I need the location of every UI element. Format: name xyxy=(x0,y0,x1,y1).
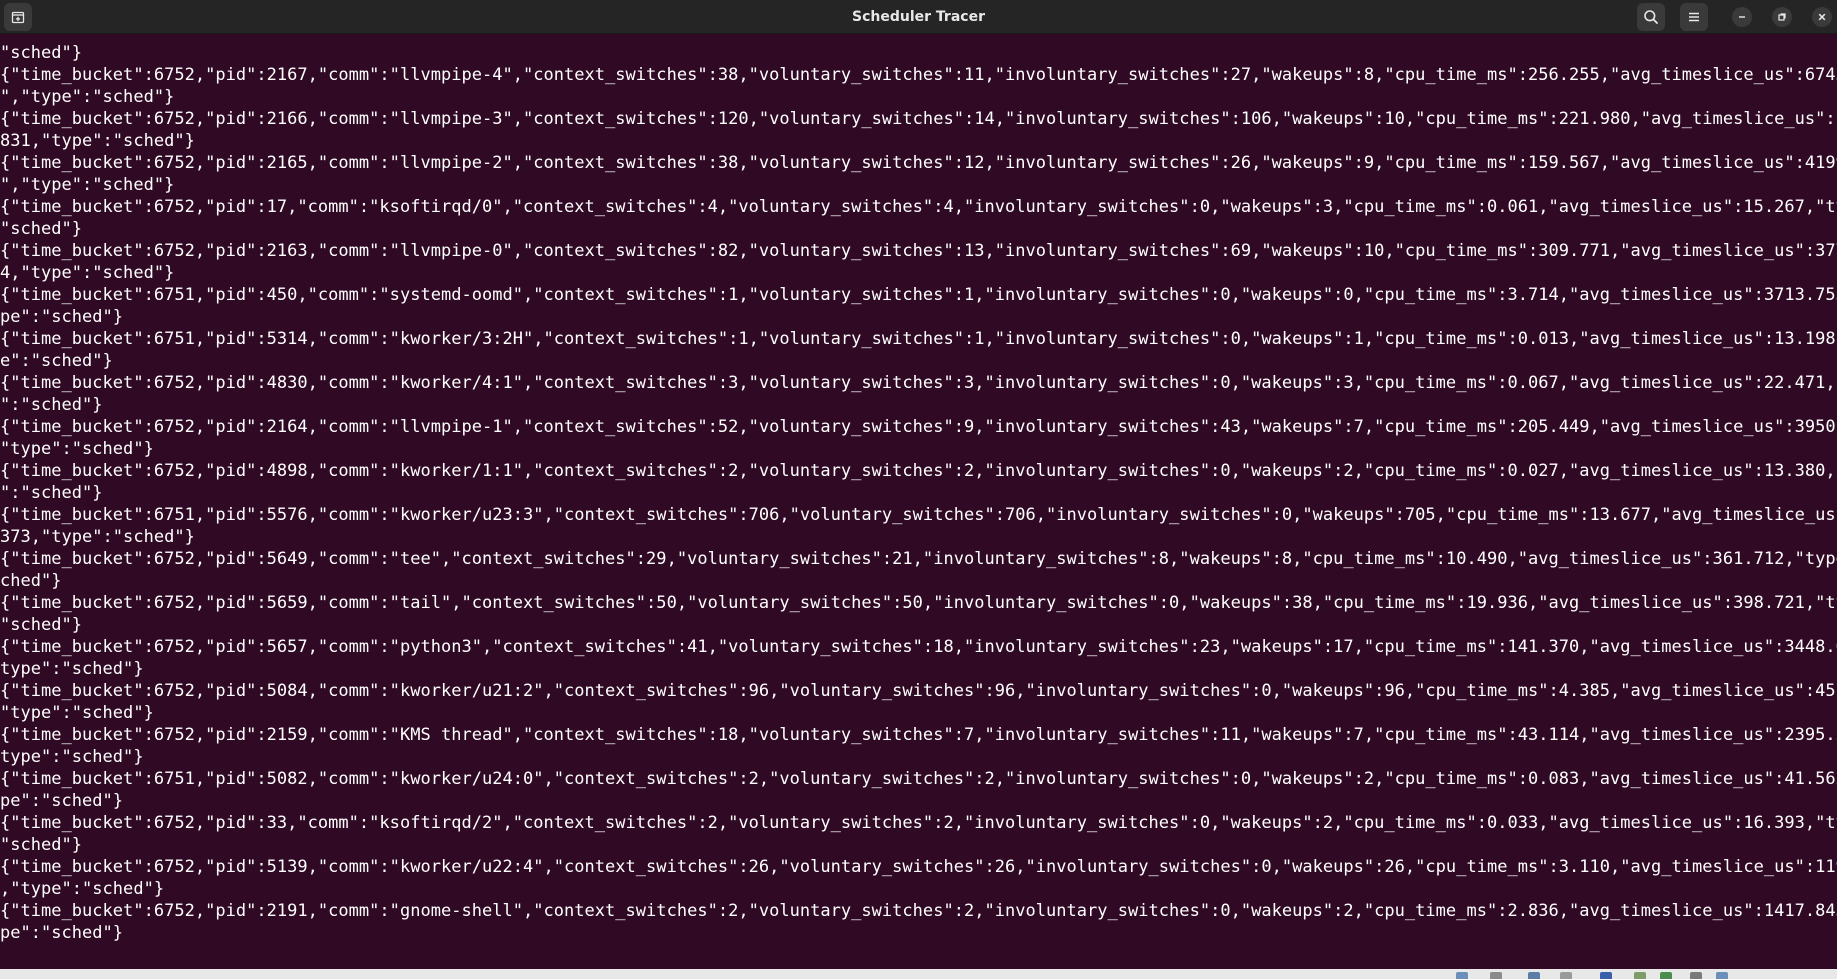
terminal-line: "sched"} xyxy=(0,43,83,63)
terminal-line: {"time_bucket":6751,"pid":5082,"comm":"k… xyxy=(0,769,1837,789)
minimize-icon xyxy=(1737,12,1747,22)
search-icon xyxy=(1643,9,1659,25)
terminal-line: {"time_bucket":6751,"pid":5314,"comm":"k… xyxy=(0,329,1837,349)
terminal-line: "sched"} xyxy=(0,615,83,635)
taskbar-icon[interactable] xyxy=(1716,972,1728,979)
terminal-line: {"time_bucket":6752,"pid":33,"comm":"kso… xyxy=(0,813,1837,833)
terminal-line: {"time_bucket":6752,"pid":5657,"comm":"p… xyxy=(0,637,1837,657)
terminal-line: {"time_bucket":6751,"pid":5576,"comm":"k… xyxy=(0,505,1837,525)
maximize-button[interactable] xyxy=(1772,7,1792,27)
terminal-line: pe":"sched"} xyxy=(0,923,124,943)
terminal-line: "sched"} xyxy=(0,219,83,239)
terminal-line: ":"sched"} xyxy=(0,395,103,415)
terminal-line: {"time_bucket":6752,"pid":4898,"comm":"k… xyxy=(0,461,1837,481)
minimize-button[interactable] xyxy=(1732,7,1752,27)
terminal-line: {"time_bucket":6751,"pid":450,"comm":"sy… xyxy=(0,285,1837,305)
terminal-line: ched"} xyxy=(0,571,62,591)
terminal-line: {"time_bucket":6752,"pid":5649,"comm":"t… xyxy=(0,549,1837,569)
menu-button[interactable] xyxy=(1680,3,1708,31)
search-button[interactable] xyxy=(1637,3,1665,31)
terminal-line: pe":"sched"} xyxy=(0,791,124,811)
terminal-line: "sched"} xyxy=(0,835,83,855)
terminal-line: ","type":"sched"} xyxy=(0,175,175,195)
terminal-line: type":"sched"} xyxy=(0,747,144,767)
terminal-line: {"time_bucket":6752,"pid":2164,"comm":"l… xyxy=(0,417,1837,437)
terminal-line: 4,"type":"sched"} xyxy=(0,263,175,283)
terminal-window: Scheduler Tracer "sched"} {"time_bucket"… xyxy=(0,0,1837,979)
terminal-line: {"time_bucket":6752,"pid":2191,"comm":"g… xyxy=(0,901,1837,921)
terminal-line: ,"type":"sched"} xyxy=(0,879,165,899)
taskbar-icon[interactable] xyxy=(1560,972,1572,979)
terminal-line: {"time_bucket":6752,"pid":5084,"comm":"k… xyxy=(0,681,1837,701)
terminal-line: {"time_bucket":6752,"pid":2165,"comm":"l… xyxy=(0,153,1837,173)
terminal-line: 831,"type":"sched"} xyxy=(0,131,195,151)
close-button[interactable] xyxy=(1812,7,1832,27)
titlebar[interactable]: Scheduler Tracer xyxy=(0,0,1837,34)
taskbar-icon[interactable] xyxy=(1660,972,1672,979)
terminal-line: {"time_bucket":6752,"pid":5659,"comm":"t… xyxy=(0,593,1837,613)
hamburger-menu-icon xyxy=(1687,10,1701,24)
terminal-line: "type":"sched"} xyxy=(0,703,154,723)
taskbar-strip xyxy=(0,969,1837,979)
terminal-line: e":"sched"} xyxy=(0,351,113,371)
window-title: Scheduler Tracer xyxy=(852,9,985,25)
terminal-output[interactable]: "sched"} {"time_bucket":6752,"pid":2167,"… xyxy=(0,34,1837,969)
terminal-line: pe":"sched"} xyxy=(0,307,124,327)
close-icon xyxy=(1817,12,1827,22)
taskbar-icon[interactable] xyxy=(1456,972,1468,979)
terminal-line: {"time_bucket":6752,"pid":17,"comm":"kso… xyxy=(0,197,1837,217)
terminal-line: {"time_bucket":6752,"pid":2167,"comm":"l… xyxy=(0,65,1837,85)
taskbar-icon[interactable] xyxy=(1490,972,1502,979)
terminal-line: "type":"sched"} xyxy=(0,439,154,459)
terminal-line: {"time_bucket":6752,"pid":2159,"comm":"K… xyxy=(0,725,1837,745)
terminal-line: {"time_bucket":6752,"pid":2166,"comm":"l… xyxy=(0,109,1837,129)
terminal-line: type":"sched"} xyxy=(0,659,144,679)
maximize-icon xyxy=(1777,12,1787,22)
taskbar-icon[interactable] xyxy=(1528,972,1540,979)
terminal-line: {"time_bucket":6752,"pid":4830,"comm":"k… xyxy=(0,373,1837,393)
terminal-line: ":"sched"} xyxy=(0,483,103,503)
taskbar-icon[interactable] xyxy=(1600,972,1612,979)
taskbar-icon[interactable] xyxy=(1634,972,1646,979)
terminal-line: 373,"type":"sched"} xyxy=(0,527,195,547)
terminal-line: {"time_bucket":6752,"pid":5139,"comm":"k… xyxy=(0,857,1837,877)
taskbar-icon[interactable] xyxy=(1690,972,1702,979)
terminal-line: ","type":"sched"} xyxy=(0,87,175,107)
terminal-line: {"time_bucket":6752,"pid":2163,"comm":"l… xyxy=(0,241,1837,261)
